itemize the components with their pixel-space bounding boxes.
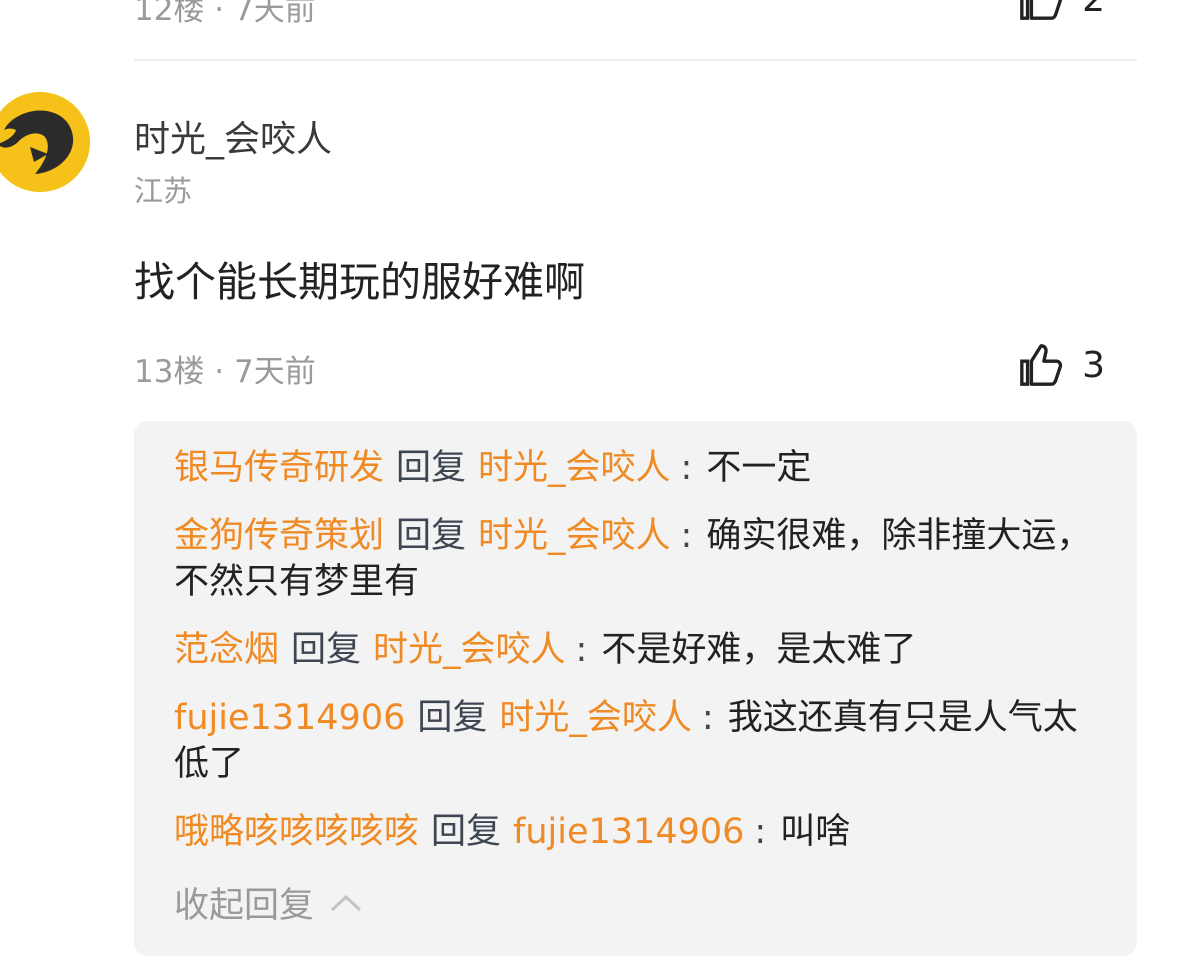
reply-text: 叫啥	[780, 812, 851, 852]
reply-item[interactable]: 范念烟 回复 时光_会咬人: 不是好难，是太难了	[174, 627, 1097, 673]
divider	[134, 59, 1137, 61]
reply-to[interactable]: 时光_会咬人	[499, 698, 692, 738]
reply-item[interactable]: 金狗传奇策划 回复 时光_会咬人: 确实很难，除非撞大运，不然只有梦里有	[174, 513, 1097, 605]
colon: :	[754, 812, 767, 852]
reply-to[interactable]: 时光_会咬人	[373, 630, 566, 670]
reply-verb: 回复	[291, 630, 362, 670]
reply-verb: 回复	[417, 698, 488, 738]
thumbs-up-icon	[1020, 0, 1063, 20]
colon: :	[680, 448, 693, 488]
reply-text: 不是好难，是太难了	[601, 630, 917, 670]
thumbs-up-icon	[1020, 344, 1063, 386]
like-count: 2	[1082, 0, 1105, 20]
reply-verb: 回复	[396, 448, 467, 488]
reply-from[interactable]: 金狗传奇策划	[174, 516, 384, 556]
reply-to[interactable]: 时光_会咬人	[478, 448, 671, 488]
comment-content: 找个能长期玩的服好难啊	[134, 258, 585, 306]
avatar[interactable]	[0, 92, 90, 192]
reply-to[interactable]: fujie1314906	[513, 812, 744, 852]
collapse-replies-button[interactable]: 收起回复	[174, 877, 1097, 928]
like-button[interactable]: 3	[1018, 342, 1105, 388]
comment-meta: 13楼 · 7天前	[134, 354, 316, 390]
reply-verb: 回复	[396, 516, 467, 556]
reply-item[interactable]: fujie1314906 回复 时光_会咬人: 我这还真有只是人气太低了	[174, 695, 1097, 787]
reply-item[interactable]: 银马传奇研发 回复 时光_会咬人: 不一定	[174, 445, 1097, 491]
reply-text: 不一定	[706, 448, 812, 488]
collapse-label: 收起回复	[174, 886, 315, 926]
reply-from[interactable]: 银马传奇研发	[174, 448, 384, 488]
chevron-up-icon	[330, 894, 362, 911]
comment-location: 江苏	[134, 174, 193, 208]
colon: :	[701, 698, 714, 738]
reply-from[interactable]: 范念烟	[174, 630, 279, 670]
dragon-avatar-icon	[0, 92, 90, 192]
prev-like-button[interactable]: 2	[1018, 0, 1105, 22]
comment-username[interactable]: 时光_会咬人	[134, 110, 332, 162]
reply-item[interactable]: 哦略咳咳咳咳咳 回复 fujie1314906: 叫啥	[174, 809, 1097, 855]
reply-verb: 回复	[431, 812, 502, 852]
reply-from[interactable]: 哦略咳咳咳咳咳	[174, 812, 419, 852]
reply-list: 银马传奇研发 回复 时光_会咬人: 不一定 金狗传奇策划 回复 时光_会咬人: 确实很难，除…	[134, 421, 1137, 956]
prev-comment-meta: 12楼 · 7天前	[134, 0, 316, 28]
colon: :	[680, 516, 693, 556]
colon: :	[575, 630, 588, 670]
reply-from[interactable]: fujie1314906	[174, 698, 405, 738]
reply-to[interactable]: 时光_会咬人	[478, 516, 671, 556]
like-count: 3	[1082, 344, 1105, 386]
